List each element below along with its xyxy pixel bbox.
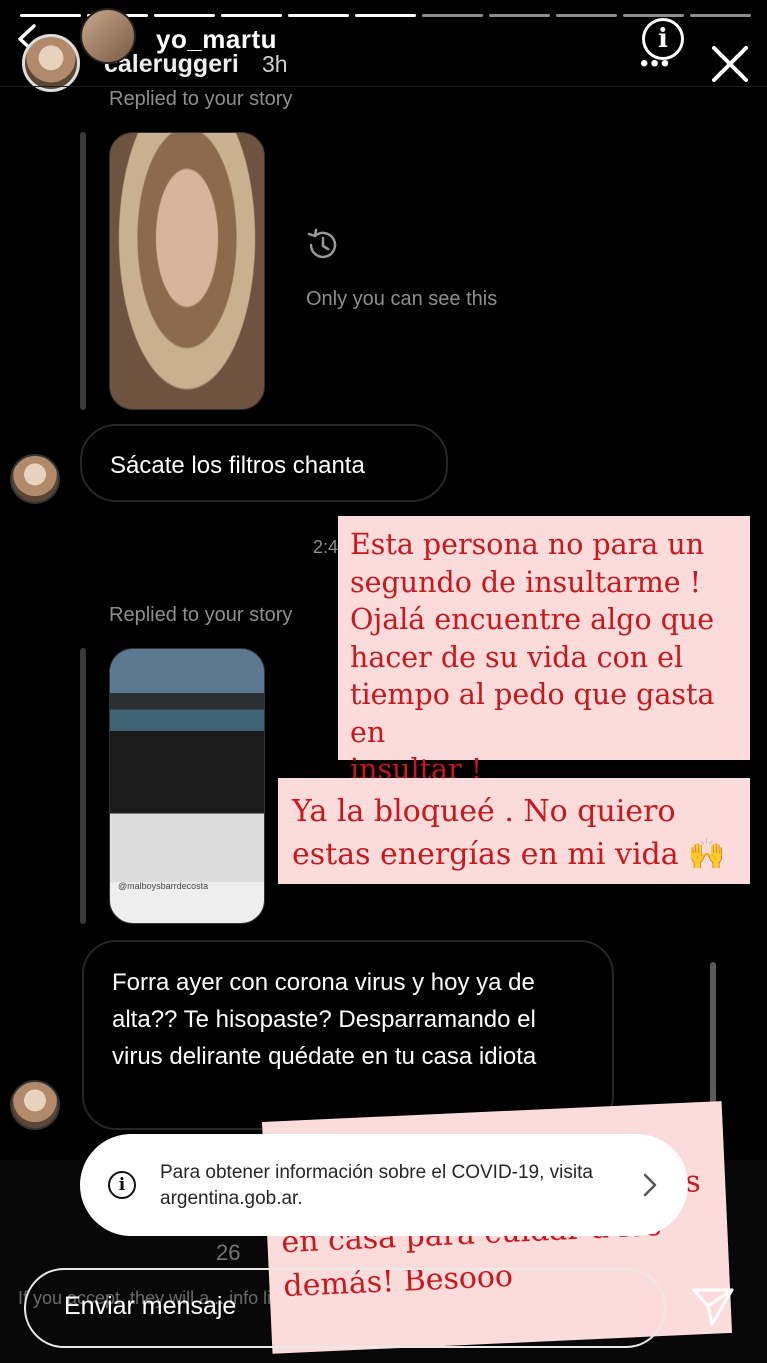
story-avatar[interactable] (80, 8, 136, 64)
progress-segment (489, 14, 550, 17)
progress-segment (221, 14, 282, 17)
sender-avatar[interactable] (10, 1080, 60, 1130)
info-icon: i (108, 1171, 136, 1199)
message-bubble[interactable]: Sácate los filtros chanta (80, 424, 448, 502)
story-username[interactable]: yo_martu (156, 24, 277, 55)
history-clock-icon (307, 228, 337, 259)
sender-avatar[interactable] (10, 454, 60, 504)
story-text-note: Ya la bloqueé . No quiero estas energías… (278, 778, 750, 884)
send-icon[interactable] (690, 1286, 736, 1328)
story-thumbnail[interactable] (109, 132, 265, 410)
message-text: Sácate los filtros chanta (110, 452, 365, 479)
replied-to-story-label: Replied to your story (109, 604, 293, 626)
message-text: Forra ayer con corona virus y hoy ya de … (112, 969, 537, 1070)
only-you-notice: Only you can see this (306, 288, 498, 310)
progress-segment (623, 14, 684, 17)
scrollbar[interactable] (710, 962, 716, 1124)
progress-segment (355, 14, 416, 17)
covid-info-text: Para obtener información sobre el COVID-… (160, 1162, 593, 1209)
reply-quote-bar (80, 132, 86, 410)
chevron-right-icon[interactable] (642, 1172, 658, 1198)
story-text-note: Esta persona no para un segundo de insul… (338, 516, 750, 786)
dm-avatar[interactable] (22, 34, 80, 92)
message-timestamp: 2:4 (313, 537, 339, 557)
close-icon[interactable] (706, 40, 754, 88)
dm-timestamp: 3h (262, 51, 288, 77)
progress-segment (690, 14, 751, 17)
progress-segment (422, 14, 483, 17)
progress-segment (20, 14, 81, 17)
story-progress-bar (20, 14, 751, 17)
progress-segment (288, 14, 349, 17)
thumbnail-caption: @malboysbarrdecosta (118, 881, 209, 891)
story-thumbnail[interactable]: @malboysbarrdecosta (109, 648, 265, 924)
faint-count: 26 (216, 1240, 241, 1265)
note-text: Ya la bloqueé . No quiero estas energías… (292, 794, 726, 872)
message-input[interactable] (64, 1292, 624, 1321)
covid-info-card[interactable]: i Para obtener información sobre el COVI… (80, 1134, 688, 1236)
progress-segment (154, 14, 215, 17)
note-text: Esta persona no para un segundo de insul… (350, 528, 715, 786)
more-dots-icon[interactable]: ••• (640, 50, 671, 78)
reply-quote-bar (80, 648, 86, 924)
message-bubble[interactable]: Forra ayer con corona virus y hoy ya de … (82, 940, 614, 1130)
progress-segment (556, 14, 617, 17)
replied-to-story-label: Replied to your story (109, 88, 293, 110)
divider (0, 86, 767, 87)
message-composer[interactable] (24, 1268, 666, 1348)
